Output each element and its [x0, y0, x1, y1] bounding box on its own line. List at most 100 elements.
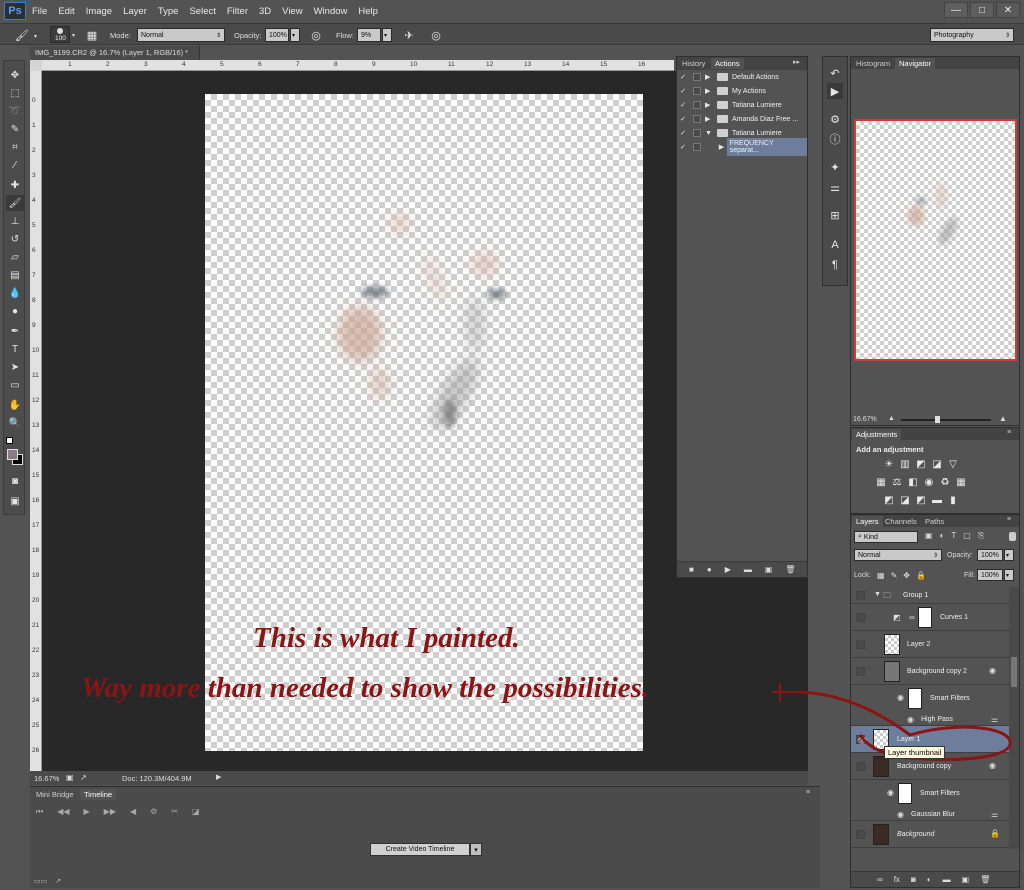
navigator-preview[interactable]	[854, 119, 1017, 361]
gradient-map-icon[interactable]: ▬	[931, 494, 943, 506]
audio-icon[interactable]: ◀	[130, 807, 136, 817]
stop-icon[interactable]: ■	[689, 565, 694, 574]
layer-style-icon[interactable]: fx	[894, 875, 900, 884]
quick-selection-tool-icon[interactable]: ✎	[6, 121, 24, 137]
menu-type[interactable]: Type	[158, 6, 179, 17]
crop-tool-icon[interactable]: ⌗	[6, 139, 24, 155]
levels-icon[interactable]: ▥	[899, 458, 911, 470]
new-set-icon[interactable]: ▬	[744, 565, 752, 574]
marquee-tool-icon[interactable]: ⬚	[6, 85, 24, 101]
rectangle-tool-icon[interactable]: ▭	[6, 377, 24, 393]
tab-history[interactable]: History	[678, 58, 709, 69]
pressure-size-icon[interactable]: ◎	[428, 27, 444, 43]
settings-icon[interactable]: ⚙	[150, 807, 157, 817]
selective-color-icon[interactable]: ▮	[947, 494, 959, 506]
brush-tool-icon[interactable]: 🖌	[6, 195, 24, 211]
layer-thumbnail[interactable]	[884, 634, 900, 655]
clone-stamp-tool-icon[interactable]: ⊥	[6, 213, 24, 229]
zoom-out-icon[interactable]: ▲	[888, 415, 895, 422]
tab-histogram[interactable]: Histogram	[852, 58, 894, 69]
filter-toggle[interactable]	[1009, 532, 1016, 541]
split-icon[interactable]: ✂	[171, 807, 178, 817]
panel-menu-icon[interactable]: ≡	[806, 789, 810, 796]
properties-icon[interactable]: ⚙	[827, 111, 843, 127]
expand-triangle-icon[interactable]: ▶	[705, 73, 713, 81]
hue-saturation-icon[interactable]: ▦	[875, 476, 887, 488]
default-colors-icon[interactable]	[6, 437, 13, 444]
action-set-row[interactable]: ✓ ▶ Default Actions	[677, 70, 807, 84]
layer-row-group[interactable]: ▼ 🗀 Group 1	[851, 587, 1009, 604]
eye-icon[interactable]: ◉	[897, 810, 904, 819]
visibility-toggle[interactable]	[856, 830, 865, 839]
history-icon[interactable]: ↶	[827, 65, 843, 81]
close-button[interactable]: ✕	[996, 2, 1020, 18]
filter-kind-select[interactable]: ⌕ Kind	[854, 531, 918, 543]
checkmark-icon[interactable]: ✓	[677, 73, 689, 81]
minimize-button[interactable]: —	[944, 2, 968, 18]
checkmark-icon[interactable]: ✓	[677, 143, 689, 151]
smart-filter-icon[interactable]: ◉	[989, 666, 996, 675]
pen-tool-icon[interactable]: ✒	[6, 323, 24, 339]
restore-button[interactable]: □	[970, 2, 994, 18]
threshold-icon[interactable]: ◩	[915, 494, 927, 506]
zoom-in-icon[interactable]: ▲	[999, 414, 1007, 423]
menu-view[interactable]: View	[282, 6, 302, 17]
zoom-tool-icon[interactable]: 🔍	[6, 415, 24, 431]
checkmark-icon[interactable]: ✓	[677, 101, 689, 109]
visibility-toggle[interactable]	[856, 640, 865, 649]
eraser-tool-icon[interactable]: ▱	[6, 249, 24, 265]
color-lookup-icon[interactable]: ▦	[955, 476, 967, 488]
actions-icon[interactable]: ▶	[827, 83, 843, 99]
visibility-toggle[interactable]	[856, 613, 865, 622]
layer-row[interactable]: Layer 2	[851, 631, 1009, 658]
action-set-row[interactable]: ✓ ▶ Amanda Diaz Free ...	[677, 112, 807, 126]
layer-thumbnail[interactable]	[873, 824, 889, 845]
info-icon[interactable]: ⓘ	[827, 131, 843, 147]
chevron-down-icon[interactable]: ▾	[470, 843, 482, 856]
trash-icon[interactable]: 🗑	[785, 565, 795, 574]
status-menu-arrow-icon[interactable]: ▶	[216, 773, 221, 781]
mode-select[interactable]: Normal ⇕	[137, 28, 225, 42]
smart-object-thumbnail[interactable]	[884, 661, 900, 682]
document-tab[interactable]: IMG_9199.CR2 @ 16.7% (Layer 1, RGB/16) *	[30, 46, 200, 60]
menu-window[interactable]: Window	[314, 6, 348, 17]
expand-triangle-icon[interactable]: ▶	[705, 115, 713, 123]
dialog-toggle-icon[interactable]	[692, 143, 701, 151]
vibrance-icon[interactable]: ▽	[947, 458, 959, 470]
lock-position-icon[interactable]: ✥	[903, 571, 910, 580]
fill-dropdown-icon[interactable]: ▾	[1004, 569, 1014, 581]
expand-triangle-icon[interactable]: ▶	[705, 87, 713, 95]
expand-triangle-icon[interactable]: ▶	[719, 143, 727, 151]
screen-mode-icon[interactable]: ▣	[6, 493, 24, 509]
history-brush-tool-icon[interactable]: ↺	[6, 231, 24, 247]
tab-adjustments[interactable]: Adjustments	[852, 429, 902, 440]
menu-layer[interactable]: Layer	[123, 6, 147, 17]
lock-transparency-icon[interactable]: ▦	[877, 571, 885, 580]
play-icon[interactable]: ▶	[725, 565, 731, 574]
smart-filters-row[interactable]: ◉ Smart Filters	[851, 780, 1009, 807]
opacity-dropdown-icon[interactable]: ▾	[1004, 549, 1014, 561]
add-mask-icon[interactable]: ◙	[911, 875, 916, 884]
brush-panel-toggle-icon[interactable]: ▦	[84, 27, 100, 43]
brush-settings-icon[interactable]: ⚌	[827, 179, 843, 195]
flow-dropdown-icon[interactable]: ▾	[382, 28, 392, 42]
shape-filter-icon[interactable]: ▢	[963, 531, 971, 541]
checkmark-icon[interactable]: ✓	[677, 129, 689, 137]
menu-3d[interactable]: 3D	[259, 6, 271, 17]
horizontal-ruler[interactable]: 1 2 3 4 5 6 7 8 9 10 11 12 13 14 15 16	[42, 60, 674, 71]
posterize-icon[interactable]: ◪	[899, 494, 911, 506]
exposure-icon[interactable]: ◪	[931, 458, 943, 470]
menu-image[interactable]: Image	[86, 6, 112, 17]
transition-icon[interactable]: ◪	[192, 807, 200, 817]
fill-input[interactable]: 100%	[977, 569, 1003, 581]
action-row[interactable]: ✓ ▶ FREQUENCY separat...	[677, 138, 808, 156]
menu-edit[interactable]: Edit	[58, 6, 74, 17]
tab-mini-bridge[interactable]: Mini Bridge	[32, 789, 78, 800]
menu-help[interactable]: Help	[358, 6, 378, 17]
dialog-toggle-icon[interactable]	[693, 87, 701, 95]
character-icon[interactable]: A	[827, 237, 843, 253]
layer-mask-thumbnail[interactable]	[918, 607, 932, 628]
pixel-filter-icon[interactable]: ▣	[925, 531, 933, 541]
menu-filter[interactable]: Filter	[227, 6, 248, 17]
visibility-toggle[interactable]	[856, 667, 865, 676]
